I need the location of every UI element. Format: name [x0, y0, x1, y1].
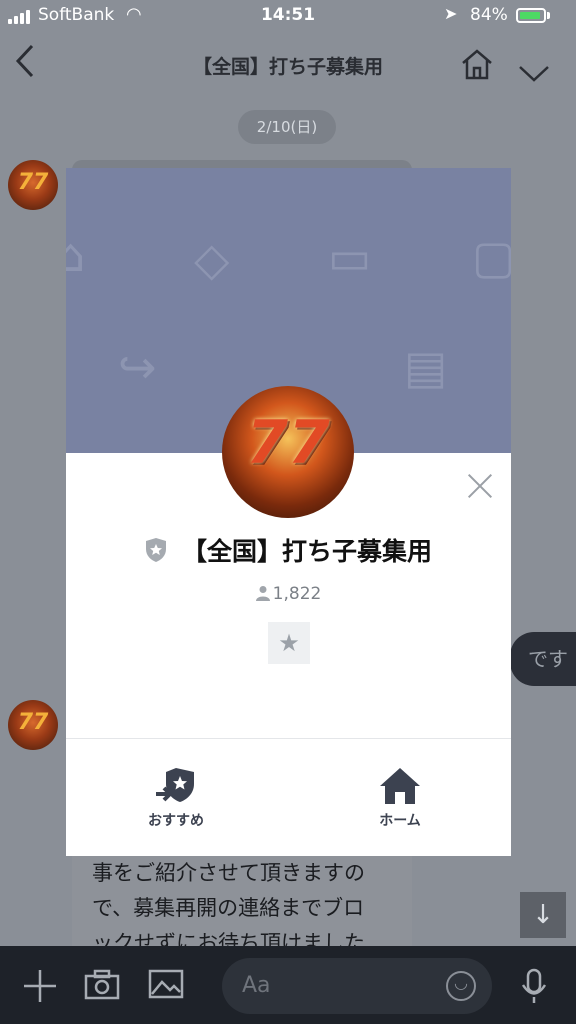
- outgoing-message-bubble[interactable]: です: [510, 632, 576, 686]
- member-count-value: 1,822: [272, 584, 322, 604]
- shield-icon: [145, 537, 167, 563]
- emoji-icon[interactable]: [446, 971, 476, 1001]
- member-count: 1,822: [66, 584, 511, 604]
- chevron-down-icon[interactable]: [518, 56, 550, 91]
- location-icon: ➤: [444, 4, 458, 23]
- group-title: 【全国】打ち子募集用: [66, 532, 511, 568]
- favorite-button[interactable]: ★: [268, 622, 310, 664]
- chat-icon: ▢: [472, 230, 511, 284]
- message-line: で、募集再開の連絡までブロ: [92, 896, 365, 920]
- recommend-button[interactable]: おすすめ: [96, 766, 256, 830]
- tag-icon: ◇: [194, 232, 230, 286]
- group-profile-modal: ⌂ ◇ ▭ ▢ ↪ ▤ 【全国】打ち子募集用 1,822 ★ おすすめ ホーム: [66, 168, 511, 856]
- status-bar: SoftBank ◠ 14:51 ➤ 84%: [0, 0, 576, 32]
- home-icon: [320, 766, 480, 806]
- avatar[interactable]: [8, 700, 58, 750]
- close-icon[interactable]: [464, 470, 496, 502]
- date-separator: 2/10(日): [238, 110, 336, 144]
- plus-icon[interactable]: [22, 968, 58, 1012]
- chat-title-text: 【全国】打ち子募集用: [192, 56, 383, 78]
- home-icon[interactable]: [460, 48, 494, 88]
- home-button[interactable]: ホーム: [320, 766, 480, 830]
- battery-percent: 84%: [470, 5, 508, 25]
- message-bubble[interactable]: 事をご紹介させて頂きますの で、募集再開の連絡までブロ ックせずにお待ち頂けまし…: [72, 848, 412, 958]
- avatar[interactable]: [8, 160, 58, 210]
- divider: [66, 738, 511, 739]
- microphone-icon[interactable]: [520, 968, 548, 1012]
- briefcase-icon: ▭: [328, 230, 372, 284]
- chat-header: 【全国】打ち子募集用: [0, 32, 576, 98]
- camera-icon[interactable]: [84, 968, 120, 1008]
- recommend-label: おすすめ: [148, 813, 204, 829]
- document-icon: ▤: [404, 340, 448, 394]
- group-name: 【全国】打ち子募集用: [182, 537, 433, 566]
- message-line: 事をご紹介させて頂きますの: [92, 861, 365, 885]
- star-icon: ★: [278, 629, 300, 657]
- battery-icon: [516, 8, 546, 23]
- scroll-down-button[interactable]: ↓: [520, 892, 566, 938]
- image-icon[interactable]: [148, 968, 184, 1008]
- home-icon: ⌂: [66, 228, 86, 282]
- recommend-share-icon: [96, 766, 256, 806]
- share-icon: ↪: [118, 340, 157, 394]
- person-icon: [255, 585, 270, 601]
- home-label: ホーム: [379, 813, 421, 829]
- group-avatar: [222, 386, 354, 518]
